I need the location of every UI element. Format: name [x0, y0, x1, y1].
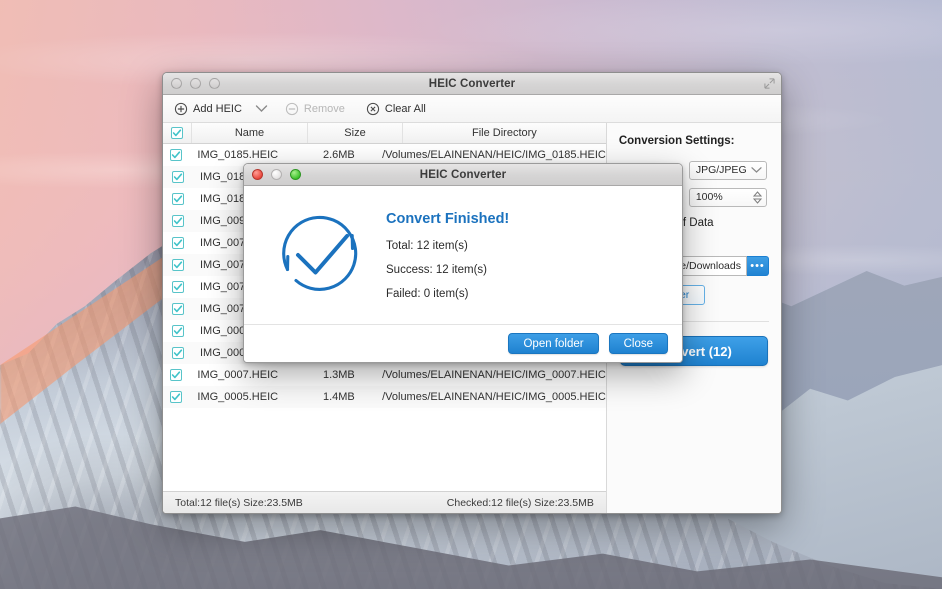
- plus-circle-icon: [174, 102, 188, 115]
- checkbox-checked-icon: [171, 237, 184, 249]
- resize-corner-icon[interactable]: [764, 78, 775, 89]
- table-row[interactable]: IMG_0005.HEIC 1.4MB/Volumes/ELAINENAN/HEI…: [163, 386, 606, 408]
- remove-label: Remove: [303, 102, 345, 115]
- row-checkbox[interactable]: [163, 259, 192, 271]
- row-checkbox[interactable]: [163, 215, 192, 227]
- checkbox-checked-icon: [171, 325, 184, 337]
- row-file-name: IMG_0005.HEIC: [197, 391, 279, 403]
- add-heic-button[interactable]: Add HEIC: [172, 100, 249, 118]
- row-checkbox[interactable]: [163, 391, 189, 403]
- dialog-titlebar[interactable]: HEIC Converter: [244, 164, 682, 186]
- row-file-size: 2.6MB: [322, 149, 355, 161]
- chevron-down-icon: [256, 105, 268, 112]
- dialog-close-button[interactable]: Close: [608, 333, 668, 354]
- row-file-name: IMG_0185.HEIC: [197, 149, 279, 161]
- column-header-size[interactable]: Size: [308, 123, 403, 143]
- dialog-text-block: Convert Finished! Total: 12 item(s) Succ…: [380, 211, 666, 300]
- checkbox-checked-icon: [170, 149, 183, 161]
- row-file-directory: /Volumes/ELAINENAN/HEIC/IMG_0007.HEIC: [382, 369, 606, 381]
- format-select[interactable]: JPG/JPEG: [688, 160, 767, 180]
- chevron-down-icon: [751, 167, 762, 173]
- main-window-title: HEIC Converter: [428, 77, 516, 90]
- desktop: HEIC Converter Add HEIC Remove Clear All…: [0, 0, 942, 589]
- toolbar: Add HEIC Remove Clear All: [163, 95, 781, 123]
- dialog-icon-wrap: [260, 203, 380, 307]
- row-file-name: IMG_0007.HEIC: [197, 369, 279, 381]
- dialog-total-line: Total: 12 item(s): [386, 239, 468, 252]
- quality-stepper[interactable]: 100%: [688, 187, 767, 207]
- status-total: Total:12 file(s) Size:23.5MB: [175, 496, 303, 509]
- checkbox-checked-icon: [171, 347, 184, 359]
- checkbox-checked-icon: [171, 127, 183, 139]
- main-window-titlebar[interactable]: HEIC Converter: [163, 73, 781, 95]
- row-file-size: 1.4MB: [322, 391, 355, 403]
- clear-all-button[interactable]: Clear All: [364, 100, 433, 118]
- checkbox-checked-icon: [171, 215, 184, 227]
- select-all-checkbox[interactable]: [163, 123, 192, 143]
- row-file-directory: /Volumes/ELAINENAN/HEIC/IMG_0185.HEIC: [382, 149, 606, 161]
- row-checkbox[interactable]: [163, 237, 192, 249]
- stepper-arrows-icon: [752, 190, 762, 204]
- row-checkbox[interactable]: [163, 303, 192, 315]
- row-checkbox[interactable]: [163, 171, 192, 183]
- row-file-directory: /Volumes/ELAINENAN/HEIC/IMG_0005.HEIC: [382, 391, 606, 403]
- checkbox-checked-icon: [171, 259, 184, 271]
- table-row[interactable]: IMG_0007.HEIC 1.3MB/Volumes/ELAINENAN/HEI…: [163, 364, 606, 386]
- dialog-footer: Open folder Close: [244, 324, 682, 362]
- dialog-failed-line: Failed: 0 item(s): [386, 287, 469, 300]
- table-header-row: Name Size File Directory: [163, 123, 606, 144]
- column-header-directory[interactable]: File Directory: [403, 123, 606, 143]
- row-checkbox[interactable]: [163, 347, 192, 359]
- dialog-title: HEIC Converter: [419, 168, 507, 181]
- checkbox-checked-icon: [171, 281, 184, 293]
- browse-folder-button[interactable]: •••: [747, 256, 769, 276]
- dialog-body: Convert Finished! Total: 12 item(s) Succ…: [244, 186, 682, 324]
- circle-check-icon: [282, 215, 358, 291]
- dialog-open-folder-button[interactable]: Open folder: [508, 333, 599, 354]
- add-heic-label: Add HEIC: [193, 102, 242, 115]
- clear-all-label: Clear All: [384, 102, 426, 115]
- minus-circle-icon: [285, 102, 299, 115]
- quality-value: 100%: [695, 191, 723, 203]
- dialog-heading: Convert Finished!: [386, 210, 510, 227]
- format-value: JPG/JPEG: [695, 164, 747, 176]
- row-file-size: 1.3MB: [322, 369, 355, 381]
- checkbox-checked-icon: [171, 303, 184, 315]
- checkbox-checked-icon: [171, 171, 184, 183]
- checkbox-checked-icon: [170, 391, 183, 403]
- row-checkbox[interactable]: [163, 193, 192, 205]
- add-heic-dropdown[interactable]: [251, 100, 273, 118]
- remove-button[interactable]: Remove: [283, 100, 352, 118]
- settings-heading: Conversion Settings:: [618, 135, 735, 147]
- column-header-name[interactable]: Name: [192, 123, 308, 143]
- dialog-success-line: Success: 12 item(s): [386, 263, 487, 276]
- row-checkbox[interactable]: [163, 325, 192, 337]
- row-checkbox[interactable]: [163, 369, 189, 381]
- convert-finished-dialog: HEIC Converter Convert Finished! Total: …: [243, 163, 683, 363]
- row-checkbox[interactable]: [163, 149, 189, 161]
- row-checkbox[interactable]: [163, 281, 192, 293]
- status-bar: Total:12 file(s) Size:23.5MB Checked:12 …: [163, 491, 606, 513]
- status-checked: Checked:12 file(s) Size:23.5MB: [446, 496, 594, 509]
- checkbox-checked-icon: [170, 369, 183, 381]
- checkbox-checked-icon: [171, 193, 184, 205]
- x-circle-icon: [366, 102, 380, 115]
